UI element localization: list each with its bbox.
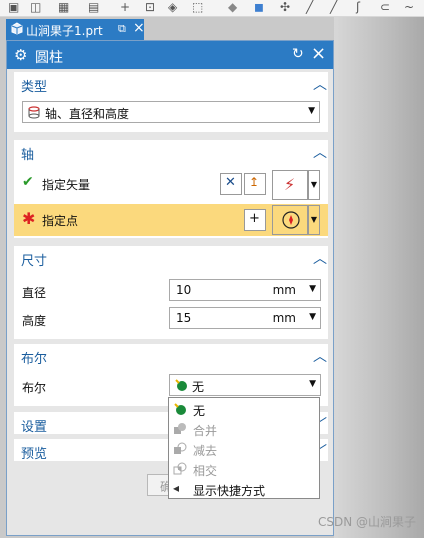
option-label: 减去 [193,444,218,458]
dropdown-arrow-icon: ▼ [308,106,315,116]
point-dialog-button[interactable]: + [244,209,266,231]
toolbar-icon-14[interactable]: ʃ [356,0,360,14]
toolbar-icon-6[interactable]: ⊡ [145,0,155,14]
height-label: 高度 [22,314,47,328]
settings-group-title: 设置 [21,420,48,435]
size-group: 尺寸 ︿ 直径 10 mm ▼ 高度 15 mm ▼ [14,246,328,339]
dialog-header: ⚙ 圆柱 ↻ × [7,41,333,69]
toolbar-icon-2[interactable]: ◫ [30,0,41,14]
part-file-tab[interactable]: 山涧果子1.prt ⧉ × [6,19,145,40]
type-select-value: 轴、直径和高度 [45,107,130,121]
type-group: 类型 ︿ 轴、直径和高度 ▼ [14,72,328,132]
reverse-direction-icon: ✕ [225,175,236,190]
boolean-dropdown-list: 无 合并 减去 相交 ◂ 显示快捷方式 [168,397,320,499]
inferred-vector-icon: ⚡ [284,175,296,194]
boolean-option-intersect[interactable]: 相交 [173,460,317,480]
dropdown-arrow-icon[interactable]: ▼ [309,284,316,294]
boolean-group-title: 布尔 [21,352,48,367]
boolean-none-icon [175,379,187,391]
chevron-up-icon[interactable]: ︿ [312,346,328,365]
toolbar-icon-8[interactable]: ⬚ [192,0,203,14]
chevron-up-icon[interactable]: ︿ [312,142,328,161]
toolbar-icon-1[interactable]: ▣ [8,0,19,14]
toolbar-icon-3[interactable]: ▦ [58,0,69,14]
toolbar-icon-16[interactable]: ~ [404,0,414,14]
point-dialog-icon: + [249,211,260,226]
diameter-input[interactable]: 10 mm ▼ [169,279,321,301]
diameter-value: 10 [176,283,192,297]
reset-icon[interactable]: ↻ [292,46,304,62]
tab-close-icon[interactable]: × [133,20,145,36]
chevron-up-icon[interactable]: ︿ [312,74,328,93]
preview-group-title: 预览 [21,447,48,462]
dialog-title: 圆柱 [35,50,63,66]
cylinder-type-icon [28,106,40,119]
close-icon[interactable]: × [311,43,326,64]
subtract-icon [174,442,187,454]
boolean-label: 布尔 [22,381,47,395]
part-file-title: 山涧果子1.prt [26,24,103,38]
inferred-point-button[interactable] [272,205,308,235]
axis-group: 轴 ︿ ✔ 指定矢量 ✕ ↥ ⚡ ▼ ✱ 指定点 + ▼ [14,140,328,238]
option-label: 合并 [193,424,218,438]
boolean-none-icon [174,403,186,415]
size-group-title: 尺寸 [21,254,48,269]
vector-dialog-button[interactable]: ↥ [244,173,266,195]
boolean-select[interactable]: 无 ▼ [169,374,321,396]
boolean-option-none[interactable]: 无 [173,400,317,420]
vector-options-dropdown[interactable]: ▼ [308,170,320,200]
watermark: CSDN @山涧果子 [317,515,416,529]
diameter-unit: mm [272,283,296,297]
show-shortcuts-option[interactable]: ◂ 显示快捷方式 [173,480,317,500]
unite-icon [174,423,186,434]
toolbar-icon-9[interactable]: ◆ [228,0,237,14]
vector-dialog-icon: ↥ [249,175,260,189]
graphics-viewport[interactable] [334,17,424,538]
toolbar-icon-12[interactable]: ╱ [306,0,313,14]
dropdown-arrow-icon: ▼ [309,379,316,389]
boolean-option-subtract[interactable]: 减去 [173,440,317,460]
type-select[interactable]: 轴、直径和高度 ▼ [22,101,320,123]
toolbar-icon-10[interactable]: ◼ [254,0,264,14]
height-value: 15 [176,311,192,325]
option-label: 相交 [193,464,218,478]
arrow-left-icon: ◂ [173,481,180,495]
toolbar-icon-4[interactable]: ▤ [88,0,99,14]
gear-icon[interactable]: ⚙ [14,46,27,64]
diameter-label: 直径 [22,286,47,300]
boolean-option-unite[interactable]: 合并 [173,420,317,440]
height-unit: mm [272,311,296,325]
option-label: 显示快捷方式 [193,484,266,498]
part-file-icon [11,22,23,35]
required-asterisk-icon: ✱ [22,209,36,228]
inferred-vector-button[interactable]: ⚡ [272,170,308,200]
toolbar-icon-7[interactable]: ◈ [168,0,177,14]
inferred-point-icon [282,211,300,229]
chevron-up-icon[interactable]: ︿ [312,248,328,267]
toolbar-icon-5[interactable]: + [120,0,130,14]
height-input[interactable]: 15 mm ▼ [169,307,321,329]
axis-group-title: 轴 [21,148,35,163]
toolbar-icon-15[interactable]: ⊂ [380,0,390,14]
tab-pin-icon[interactable]: ⧉ [118,22,126,36]
boolean-select-value: 无 [192,380,205,394]
checkmark-icon: ✔ [22,174,34,190]
dropdown-arrow-icon[interactable]: ▼ [309,312,316,322]
specify-vector-label: 指定矢量 [42,178,91,192]
specify-point-label: 指定点 [42,214,79,228]
type-group-title: 类型 [21,80,48,95]
toolbar-icon-11[interactable]: ✣ [280,0,290,14]
point-options-dropdown[interactable]: ▼ [308,205,320,235]
option-label: 无 [193,404,206,418]
toolbar-icon-13[interactable]: ╱ [330,0,337,14]
reverse-direction-button[interactable]: ✕ [220,173,242,195]
top-toolbar: ▣ ◫ ▦ ▤ + ⊡ ◈ ⬚ ◆ ◼ ✣ ╱ ╱ ʃ ⊂ ~ [0,0,424,17]
intersect-icon [173,462,187,475]
